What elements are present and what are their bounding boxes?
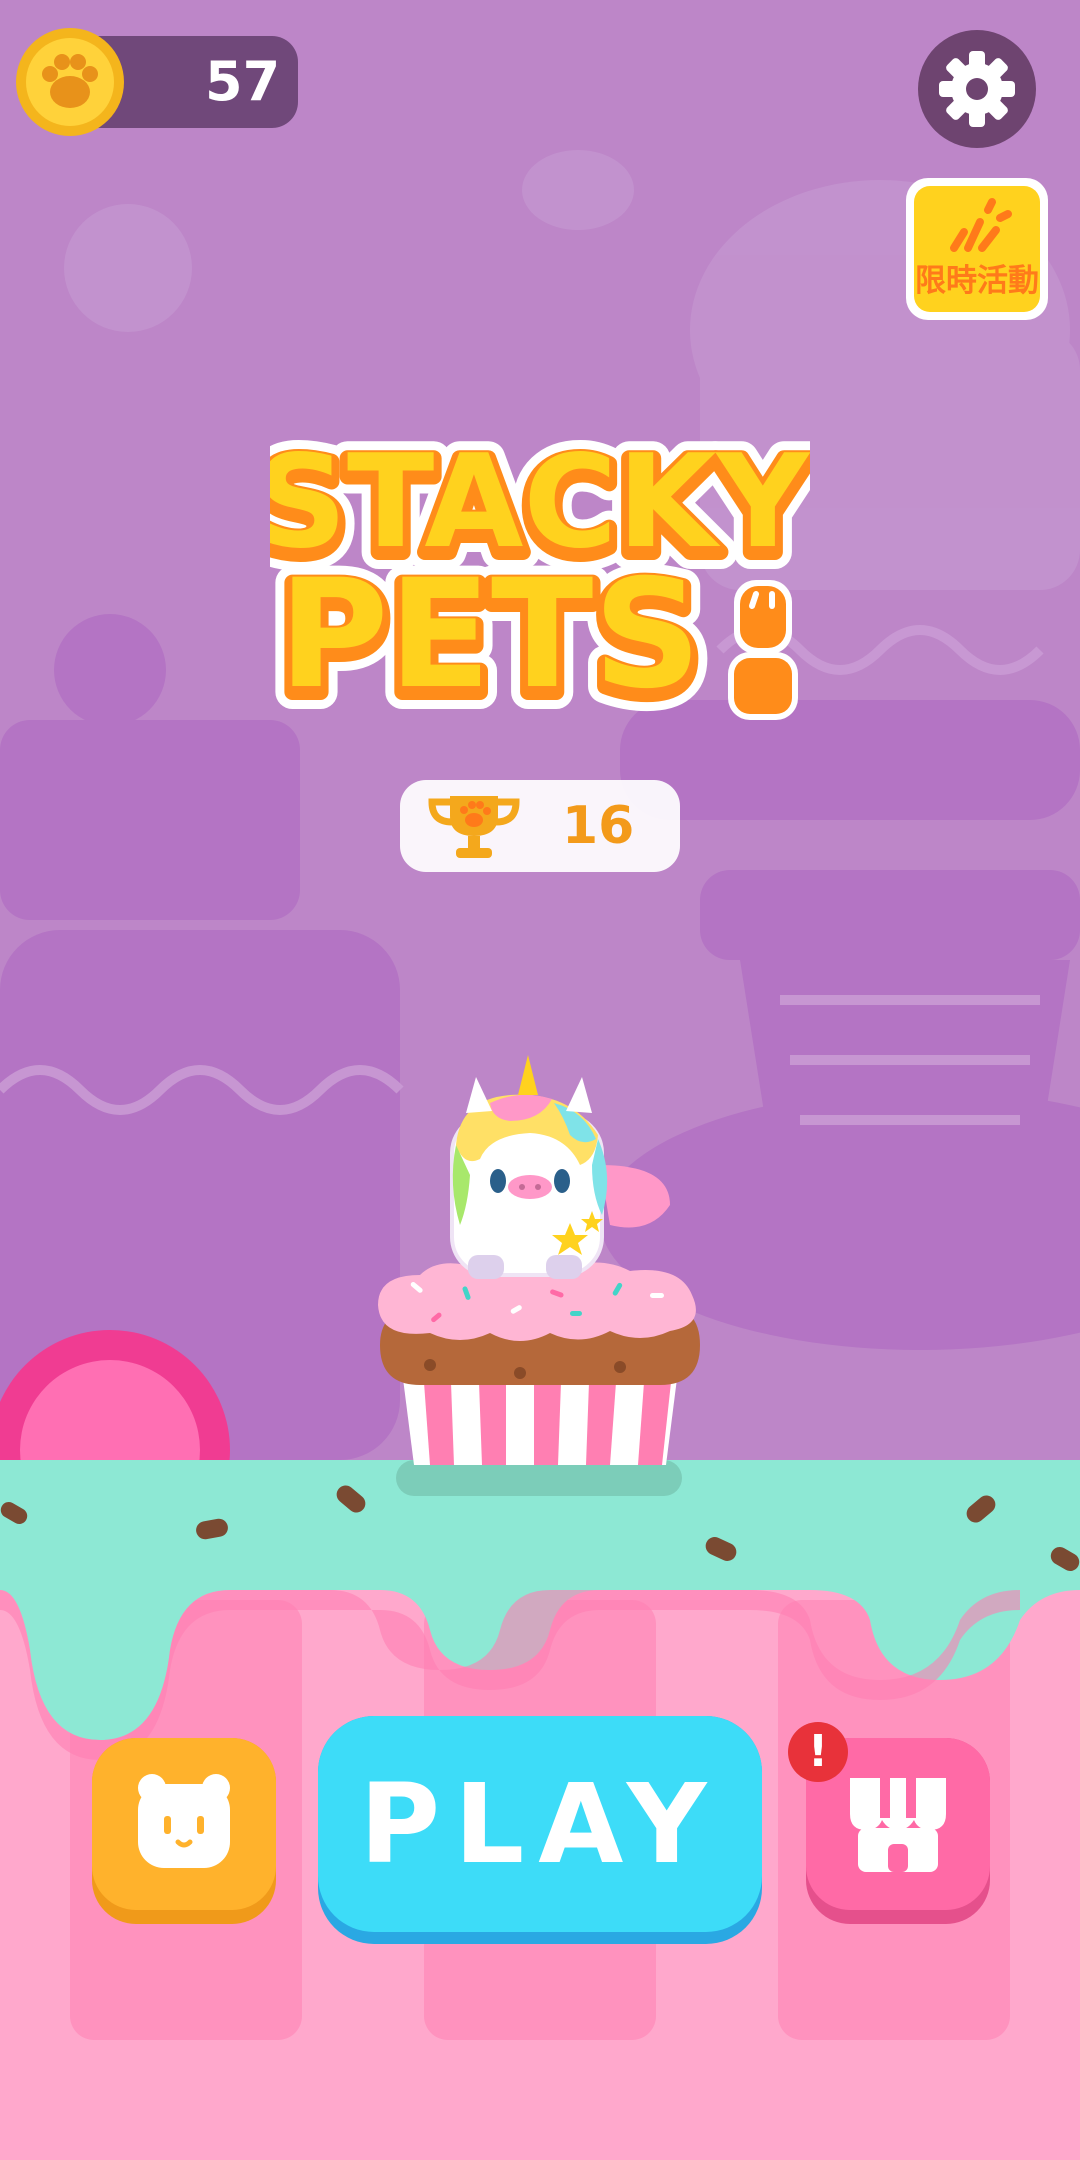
event-button-face: 限時活動 (914, 186, 1040, 312)
pets-button-face (92, 1738, 276, 1910)
play-label: PLAY (359, 1760, 721, 1888)
event-label: 限時活動 (915, 263, 1039, 299)
play-button-face: PLAY (318, 1716, 762, 1932)
bear-face-icon (138, 1774, 230, 1868)
pets-button[interactable] (92, 1738, 276, 1924)
coin-count: 57 (205, 50, 281, 113)
paw-coin-icon (16, 28, 124, 136)
game-logo: STACKY STACKY STACKY PETS PETS PETS (270, 430, 810, 730)
best-score-panel: 16 (400, 780, 680, 872)
logo-line2: PETS (279, 548, 702, 722)
unicorn-pet-on-cupcake (378, 1055, 700, 1465)
firework-icon (950, 198, 1012, 252)
play-button[interactable]: PLAY (318, 1716, 762, 1944)
settings-button[interactable] (918, 30, 1036, 148)
gear-icon (939, 51, 1015, 127)
best-score-value: 16 (562, 796, 635, 856)
limited-event-button[interactable]: 限時活動 (906, 178, 1048, 320)
shop-icon (850, 1778, 946, 1872)
shop-alert-badge: ! (788, 1722, 848, 1782)
bunny-mark-icon (728, 580, 798, 720)
trophy-icon (428, 796, 520, 858)
